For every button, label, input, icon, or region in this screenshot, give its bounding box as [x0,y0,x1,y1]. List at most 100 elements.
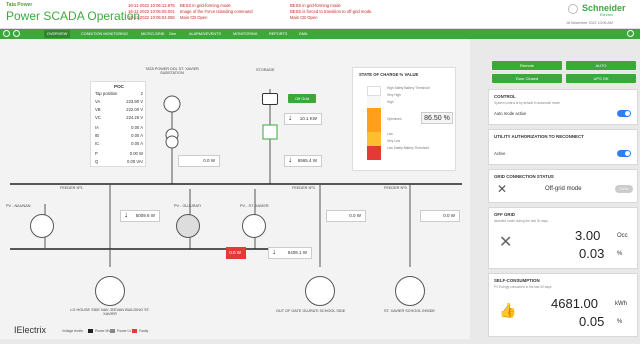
legend-item: Power MV [88,329,111,334]
control-card: CONTROL System control is by default in … [488,89,638,125]
app-header: Tata Power Power SCADA Operation 16-11-2… [0,0,640,29]
footer-logo: IElectrix [14,325,47,335]
soc-label: Low Safety Battery Threshold [387,146,429,150]
solar-panel-icon[interactable] [242,214,266,238]
utility-toggle[interactable] [617,150,631,157]
off-grid-badge: Off Grid [288,94,316,103]
off-grid-occ-unit: Occ [617,233,628,239]
storage-label: STORAGE [256,68,275,72]
solar-panel-icon[interactable] [30,214,54,238]
bess-power: ↓ 6565.4 W [284,155,322,167]
poc-title: POC [114,84,124,89]
door-closed-button[interactable]: Door Closed [492,74,562,83]
pv-power: ↓ 5009.6 W [120,210,160,222]
alarm-message[interactable]: BESS in grid-forming mode [290,3,341,8]
grid-status-title: GRID CONNECTION STATUS [494,174,554,179]
grid-mode: Off-grid mode [545,186,582,192]
load-icon[interactable] [305,276,335,306]
off-grid-card: OFF GRID Islanded mode during the last 3… [488,207,638,269]
faulty-value: 0.0 W [226,247,246,259]
alarm-message[interactable]: Main CB Open [290,15,317,20]
pv-power: ↓ 5408.1 W [268,247,312,259]
alarm-message[interactable]: BESS in grid-forming mode [180,3,231,8]
poc-row: IC 0.00 A [95,141,143,146]
poc-row: P 0.00 W [95,151,143,156]
single-line-diagram: TATA POWER DDL ST. XAVIER SUBSTATION STO… [0,39,470,339]
settings-icon[interactable] [13,30,20,37]
tower-off-icon: ✕ [499,234,513,251]
self-consumption-title: SELF-CONSUMPTION [494,278,540,283]
utility-card: UTILITY AUTHORIZATION TO RECONNECT Activ… [488,129,638,165]
soc-segment [367,108,381,132]
auto-button[interactable]: AUTO [566,61,636,70]
poc-row: IB 0.00 A [95,133,143,138]
thumbs-up-icon: 👍 [499,302,517,318]
load-label: OUT OF GATE GUJRATI SCHOOL SIDE [276,309,346,313]
header-date: 16 November 2022 10:06 AM [566,21,613,25]
load-icon[interactable] [395,276,425,306]
poc-row: VC 224.25 V [95,115,143,120]
brand-text: Tata Power [6,2,33,8]
self-consumption-percent-unit: % [617,319,623,325]
soc-label: High [387,100,394,104]
legend-item: Faulty [132,329,148,334]
home-icon[interactable] [3,30,10,37]
load-icon[interactable] [95,276,125,306]
alarm-message[interactable]: Main CB Open [180,15,207,20]
utility-active-label: Active [494,151,506,156]
state-of-charge-card: STATE OF CHARGE % VALUE High Safety Batt… [352,67,456,171]
soc-title: STATE OF CHARGE % VALUE [359,72,419,77]
feeder-power: 0.0 W [420,210,460,222]
soc-segment [367,96,381,108]
alarm-message[interactable]: Image of the Force Islanding command [180,9,253,14]
off-grid-percent: 0.03 [579,246,605,261]
solar-panel-icon[interactable] [176,214,200,238]
feeder-label: FEEDER Nº1 [60,186,83,190]
self-consumption-energy-unit: kWh [615,301,627,307]
nav-overview[interactable]: OVERVIEW [44,30,71,38]
feeder-power: 0.0 W [326,210,366,222]
self-consumption-subtitle: PV Energy consumed in the last 30 days [494,285,552,289]
utility-title: UTILITY AUTHORIZATION TO RECONNECT [494,134,584,139]
nav-dma[interactable]: DMA [296,30,310,38]
substation-power: 0.0 W [178,155,220,167]
battery-icon[interactable] [262,93,278,105]
pv-label: PV - NAUNAN [6,204,31,208]
tower-off-icon: ✕ [497,182,508,196]
off-grid-percent-unit: % [617,251,623,257]
power-icon[interactable] [627,30,634,37]
nav-alarms-events[interactable]: ALARMS/EVENTS [186,30,224,38]
nav-condition-monitoring[interactable]: CONDITION MONITORING [78,30,131,38]
storage-power: ↓ 10.1 KW [284,113,322,125]
auto-mode-label: Auto mode active [494,111,527,116]
alarm-message[interactable]: BESS is forced to transition to off-grid… [290,9,373,14]
nav-gen[interactable]: Gen [166,30,179,38]
soc-segment [367,146,381,160]
auto-mode-toggle[interactable] [617,110,631,117]
menu-icon[interactable] [23,30,30,37]
poc-row: VB 222.00 V [95,107,143,112]
nav-micro-grid[interactable]: MICRO-GRID [138,30,167,38]
alarm-time[interactable]: 16-11-2022 10:06:09.001 [128,9,175,14]
alarm-time[interactable]: 16-11-2022 10:06:12.875 [128,3,175,8]
feeder-label: FEEDER Nº3 [384,186,407,190]
load-label: ST. XAVIER SCHOOL INSIDE [384,309,435,313]
soc-segment [367,86,381,96]
ups-ok-button[interactable]: UPS OK [566,74,636,83]
soc-label: Low [387,132,393,136]
self-consumption-card: SELF-CONSUMPTION PV Energy consumed in t… [488,273,638,337]
legend-title: Voltage levels [62,329,83,333]
nav-reports[interactable]: REPORTS [266,30,290,38]
load-label: LG HOUSE SIDE NAV JEEVAN BUILDING ST. XA… [70,308,150,316]
nav-monitoring[interactable]: MONITORING [230,30,261,38]
soc-segment [367,132,381,146]
pv-label: PV - GUJURATI [174,204,202,208]
alarm-time[interactable]: 16-11-2022 10:06:04.058 [128,15,175,20]
user-icon[interactable] [568,4,578,14]
grid-badge: 0 kVa [615,185,633,193]
off-grid-title: OFF GRID [494,212,515,217]
remote-button[interactable]: Remote [492,61,562,70]
poc-card: POC Tap position 2 VA 223.90 V VB 222.00 V … [90,81,146,167]
status-panel: Remote AUTO Door Closed UPS OK CONTROL S… [470,39,640,344]
soc-value: 86.50 % [421,112,453,124]
